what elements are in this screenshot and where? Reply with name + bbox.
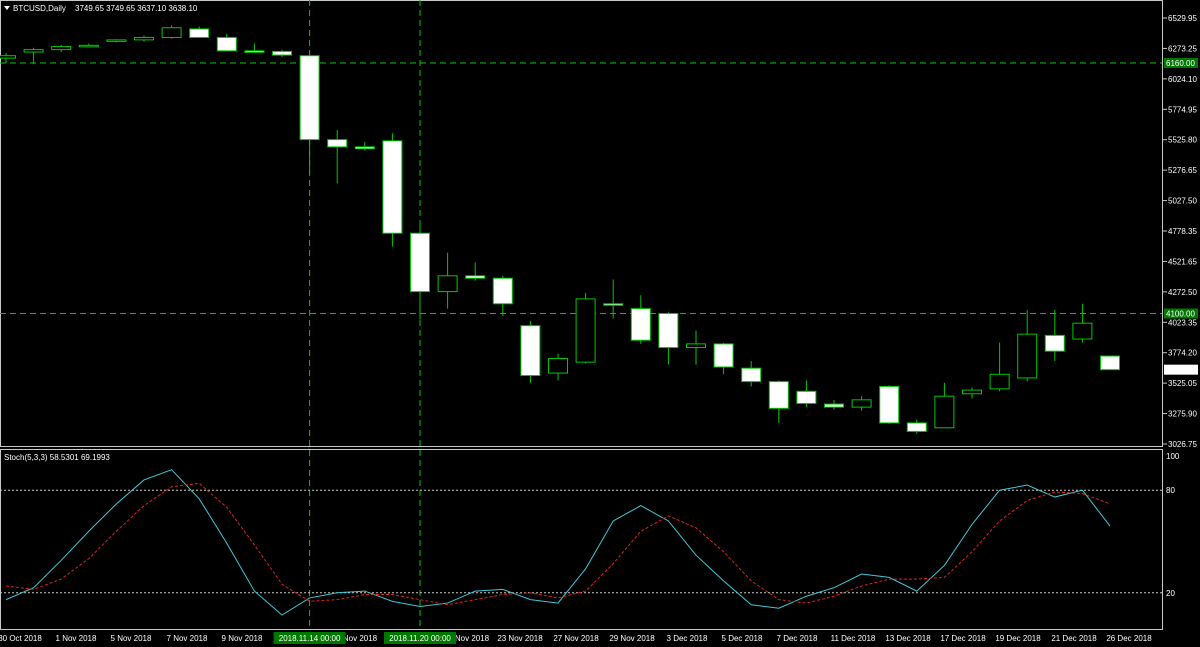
price-axis: 6529.95 6273.25 6024.10 5774.95 5525.80 5276.… <box>1163 14 1198 449</box>
candle-body[interactable] <box>299 55 320 141</box>
candle-body[interactable] <box>575 298 596 363</box>
price-tick-label: 3026.75 <box>1168 440 1197 449</box>
price-tick-label: 4778.35 <box>1168 227 1197 236</box>
trading-chart[interactable]: 6529.95 6273.25 6024.10 5774.95 5525.80 5276.… <box>0 0 1200 647</box>
price-tick-label: 3525.05 <box>1168 379 1197 388</box>
date-tick-label: 23 Nov 2018 <box>497 634 543 643</box>
candle-body[interactable] <box>906 422 927 432</box>
stoch-tick-label: 100 <box>1166 452 1180 461</box>
price-tick-label: 5276.65 <box>1168 166 1197 175</box>
candle-body[interactable] <box>796 390 817 404</box>
date-tick-label: 7 Nov 2018 <box>167 634 208 643</box>
date-tick-label: 13 Dec 2018 <box>885 634 931 643</box>
candle-body[interactable] <box>713 343 734 368</box>
date-tick-label: Nov 2018 <box>455 634 490 643</box>
level-price-label: 6160.00 <box>1166 59 1195 68</box>
candle-body[interactable] <box>1072 322 1093 340</box>
date-tick-label: 21 Dec 2018 <box>1051 634 1097 643</box>
date-tick-label: 7 Dec 2018 <box>777 634 818 643</box>
candle-body[interactable] <box>1017 333 1038 379</box>
stoch-tick-label: 80 <box>1166 486 1175 495</box>
candle-body[interactable] <box>768 381 789 409</box>
candle-body[interactable] <box>934 395 955 429</box>
candles[interactable] <box>0 25 1120 434</box>
candle-body[interactable] <box>78 44 99 48</box>
ohlc-readout: 3749.65 3749.65 3637.10 3638.10 <box>75 4 198 13</box>
date-tick-label: 11 Dec 2018 <box>831 634 876 643</box>
date-tick-label: 5 Dec 2018 <box>722 634 763 643</box>
price-tick-label: 3275.90 <box>1168 410 1197 419</box>
price-tick-label: 5027.50 <box>1168 197 1197 206</box>
candle-body[interactable] <box>879 385 900 424</box>
candle-body[interactable] <box>161 27 182 38</box>
candle-body[interactable] <box>658 312 679 349</box>
price-pane-frame <box>0 0 1163 447</box>
candle-body[interactable] <box>989 373 1010 390</box>
candle-body[interactable] <box>741 367 762 383</box>
price-tick-label: 4272.50 <box>1168 288 1197 297</box>
date-tick-label: 27 Nov 2018 <box>553 634 599 643</box>
candle-body[interactable] <box>520 325 541 377</box>
candle-body[interactable] <box>354 146 375 150</box>
stoch-signal-line <box>5 482 1111 606</box>
price-tick-label: 6273.25 <box>1168 44 1197 53</box>
candle-body[interactable] <box>851 399 872 408</box>
candle-body[interactable] <box>492 277 513 305</box>
date-tick-label: 3 Dec 2018 <box>667 634 708 643</box>
price-tick-label: 6024.10 <box>1168 75 1197 84</box>
candle-body[interactable] <box>824 403 844 408</box>
dropdown-triangle-icon[interactable] <box>4 6 10 10</box>
candle-body[interactable] <box>410 232 430 293</box>
candle-body[interactable] <box>216 36 237 52</box>
date-tick-label: 26 Dec 2018 <box>1106 634 1152 643</box>
candle-body[interactable] <box>134 36 154 41</box>
candle-body[interactable] <box>686 343 706 349</box>
price-grid <box>0 62 1162 314</box>
price-tick-label: 5525.80 <box>1168 136 1197 145</box>
candle-body[interactable] <box>1044 334 1065 352</box>
date-tick-label: 30 Oct 2018 <box>0 634 42 643</box>
price-tick-label: 5774.95 <box>1168 105 1197 114</box>
stoch-title: Stoch(5,3,3) 58.5301 69.1993 <box>4 453 110 462</box>
date-tick-label: 1 Nov 2018 <box>56 634 97 643</box>
candle-body[interactable] <box>630 308 651 341</box>
candle-body[interactable] <box>23 49 44 53</box>
crosshair-vertical-lines <box>309 0 421 629</box>
stoch-tick-label: 20 <box>1166 589 1175 598</box>
level-price-label: 4100.00 <box>1166 309 1195 318</box>
candle-body[interactable] <box>51 46 72 51</box>
date-tick-label: 19 Dec 2018 <box>995 634 1041 643</box>
candle-body[interactable] <box>437 275 458 293</box>
price-tick-label: 6529.95 <box>1168 14 1197 23</box>
symbol-title: BTCUSD,Daily <box>13 4 66 13</box>
price-tick-label: 3774.20 <box>1168 349 1197 358</box>
price-tick-label: 4521.65 <box>1168 257 1197 266</box>
date-tick-label: 5 Nov 2018 <box>111 634 152 643</box>
stoch-axis: 100 80 20 <box>1166 452 1180 598</box>
candle-body[interactable] <box>603 303 624 306</box>
candle-body[interactable] <box>962 389 982 395</box>
candle-body[interactable] <box>548 357 568 374</box>
time-axis: 30 Oct 2018 1 Nov 2018 5 Nov 2018 7 Nov 201… <box>0 632 1152 644</box>
candle-body[interactable] <box>382 140 403 234</box>
crosshair-date-label: 2018.11.14 00:00 <box>279 634 341 643</box>
date-tick-label: Nov 2018 <box>343 634 378 643</box>
candle-body[interactable] <box>327 139 348 148</box>
current-price-label: 3638.10 <box>1166 366 1195 375</box>
candle-body[interactable] <box>1100 355 1120 371</box>
candle-body[interactable] <box>465 275 486 279</box>
price-tick-label: 4023.35 <box>1168 318 1197 327</box>
candle-body[interactable] <box>244 50 265 53</box>
candle-body[interactable] <box>189 28 210 38</box>
candle-body[interactable] <box>0 55 16 59</box>
date-tick-label: 17 Dec 2018 <box>940 634 986 643</box>
candle-body[interactable] <box>272 50 292 56</box>
date-tick-label: 29 Nov 2018 <box>609 634 655 643</box>
stoch-pane-frame <box>0 449 1163 630</box>
date-tick-label: 9 Nov 2018 <box>222 634 263 643</box>
crosshair-date-label: 2018.11.20 00:00 <box>389 634 451 643</box>
candle-body[interactable] <box>106 39 127 42</box>
